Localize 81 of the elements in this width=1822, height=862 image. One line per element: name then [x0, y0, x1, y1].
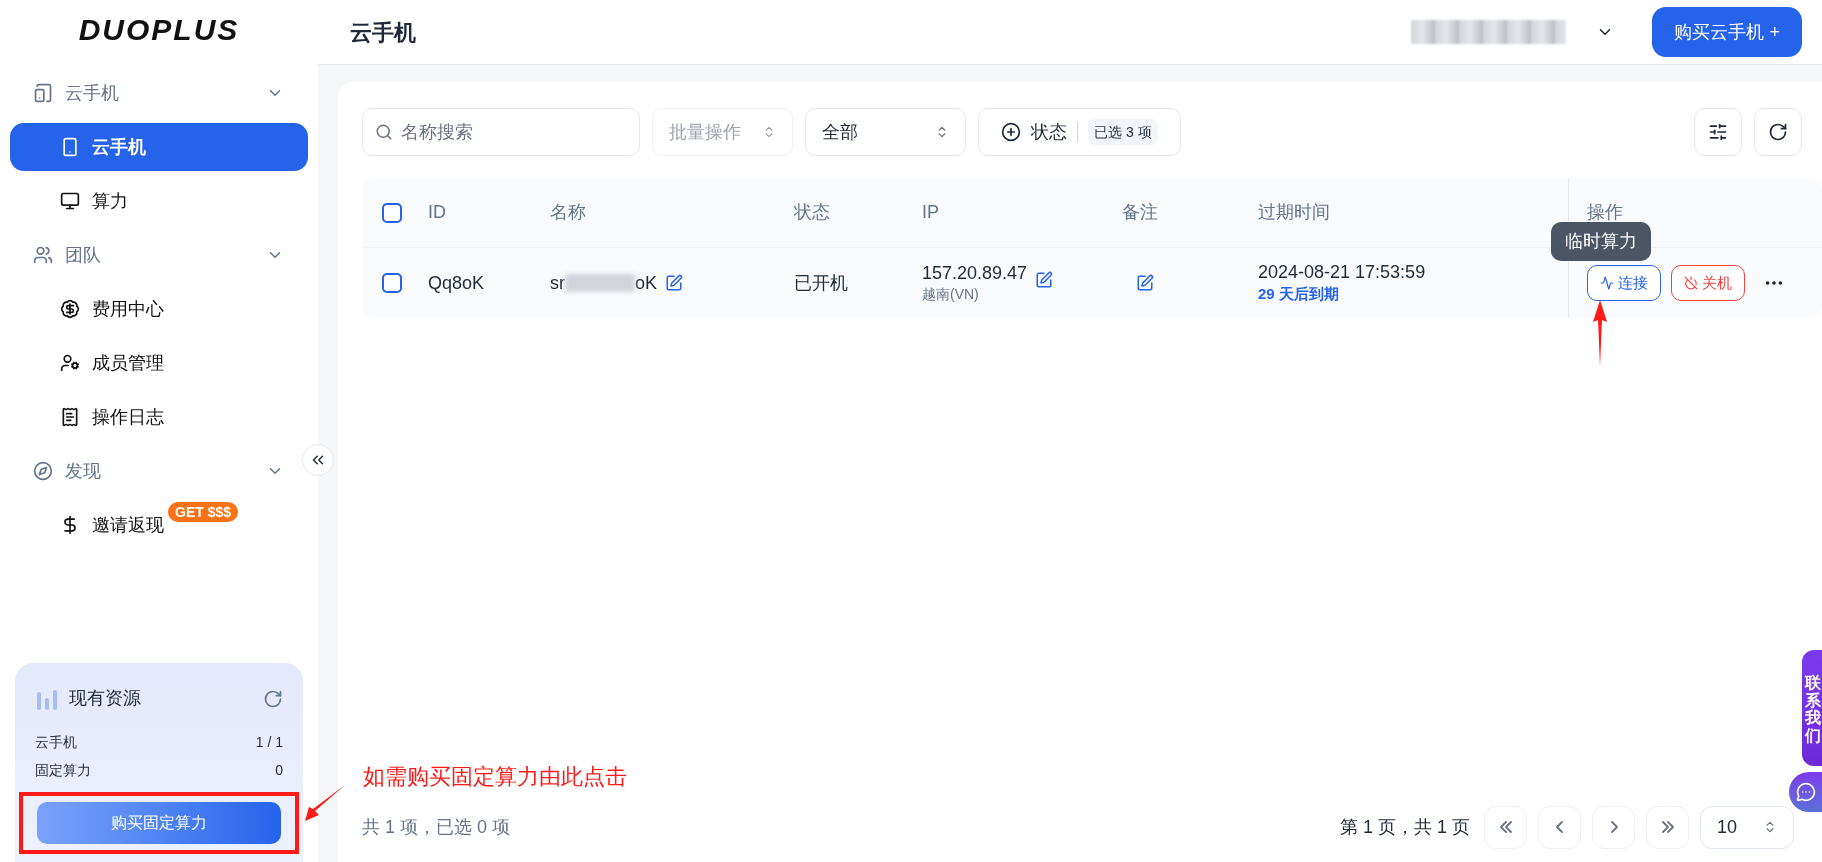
name-end: oK [635, 271, 658, 295]
double-chevron-left-icon [1499, 820, 1512, 834]
menu-group-label: 云手机 [65, 81, 120, 105]
status-filter[interactable]: 状态 已选 3 项 [978, 108, 1181, 156]
page-size-select[interactable]: 10 [1700, 805, 1794, 849]
region: 越南(VN) [922, 284, 980, 304]
buy-phone-button[interactable]: 购买云手机 + [1652, 7, 1802, 57]
column-header: 操作 [1587, 201, 1623, 224]
buy-compute-button[interactable]: 购买固定算力 [37, 802, 281, 844]
pulse-icon [1600, 276, 1614, 290]
badge: GET $$$ [168, 502, 239, 522]
name-start: sr [550, 271, 565, 295]
settings-button[interactable] [1694, 108, 1742, 156]
first-page-button[interactable] [1484, 805, 1527, 849]
search-icon [375, 122, 393, 142]
bar-chart-icon [35, 687, 59, 710]
sidebar-item[interactable]: 费用中心 [10, 285, 308, 333]
refresh-icon [1768, 122, 1788, 142]
chat-icon [1795, 782, 1816, 802]
column-header: IP [922, 202, 939, 222]
select-all-checkbox[interactable] [382, 202, 402, 223]
status-filter-label: 状态 [1031, 122, 1078, 142]
add-circle-icon [1001, 122, 1021, 142]
logo: DUOPLUS [78, 11, 240, 48]
phone-icon [60, 137, 80, 157]
power-off-icon [1684, 276, 1698, 290]
menu-group-label: 团队 [65, 243, 102, 267]
expiry-time: 2024-08-21 17:53:59 [1258, 260, 1427, 283]
menu-group[interactable]: 团队 [10, 228, 292, 282]
compass-icon [33, 461, 53, 481]
refresh-icon[interactable] [263, 688, 283, 709]
search-field[interactable]: 名称搜索 [362, 108, 640, 156]
resource-value: 1 / 1 [255, 733, 283, 752]
edit-icon[interactable] [1035, 271, 1054, 289]
refresh-button[interactable] [1754, 108, 1802, 156]
receipt-icon [60, 407, 80, 427]
sidebar-item[interactable]: 成员管理 [10, 339, 308, 387]
menu-group[interactable]: 发现 [10, 444, 292, 498]
remaining-days: 29 天后到期 [1258, 282, 1568, 306]
row-checkbox[interactable] [382, 273, 402, 293]
power-off-button[interactable]: 关机 [1671, 265, 1745, 301]
column-header: 名称 [550, 202, 586, 222]
filter-select[interactable]: 全部 [805, 108, 966, 156]
search-input[interactable]: 名称搜索 [400, 118, 627, 146]
table-cell: Qq8oK [428, 272, 485, 293]
table-cell: 已开机 [794, 272, 848, 293]
column-header: 备注 [1122, 202, 1158, 222]
tooltip: 临时算力 [1551, 222, 1651, 261]
ip-address: 157.20.89.47 [922, 261, 1028, 284]
sidebar-item[interactable]: 操作日志 [10, 393, 308, 441]
page-info: 第 1 页，共 1 页 [1339, 815, 1470, 839]
column-header: 状态 [794, 202, 830, 222]
page-title: 云手机 [350, 18, 417, 47]
sidebar-item[interactable]: 云手机 [10, 123, 308, 171]
sliders-icon [1708, 122, 1728, 142]
edit-icon[interactable] [1136, 274, 1154, 292]
resource-label: 固定算力 [35, 761, 91, 780]
double-chevron-right-icon [1661, 820, 1674, 834]
annotation-text: 如需购买固定算力由此点击 [363, 763, 627, 791]
resource-label: 云手机 [35, 733, 77, 752]
column-header: ID [428, 202, 446, 222]
connect-button[interactable]: 连接 [1587, 265, 1661, 301]
user-gear-icon [60, 353, 80, 373]
selected-count: 已选 3 项 [1088, 119, 1158, 145]
menu-group[interactable]: 云手机 [10, 66, 292, 120]
blurred-name [565, 274, 635, 292]
contact-tab[interactable]: 联系我们 [1802, 650, 1822, 766]
dollar-badge-icon [60, 299, 80, 319]
menu-group-label: 发现 [65, 459, 102, 483]
column-header: 过期时间 [1258, 202, 1330, 222]
phone-icon [33, 83, 53, 103]
last-page-button[interactable] [1646, 805, 1689, 849]
sidebar-item[interactable]: 邀请返现 GET $$$ [10, 501, 308, 549]
monitor-icon [60, 191, 80, 211]
edit-icon[interactable] [665, 274, 684, 292]
resource-value: 0 [275, 761, 283, 780]
sidebar-item[interactable]: 算力 [10, 177, 308, 225]
resources-title: 现有资源 [69, 687, 142, 710]
selection-summary: 共 1 项，已选 0 项 [362, 815, 512, 839]
chevron-left-icon [1553, 820, 1566, 834]
users-icon [33, 245, 53, 265]
